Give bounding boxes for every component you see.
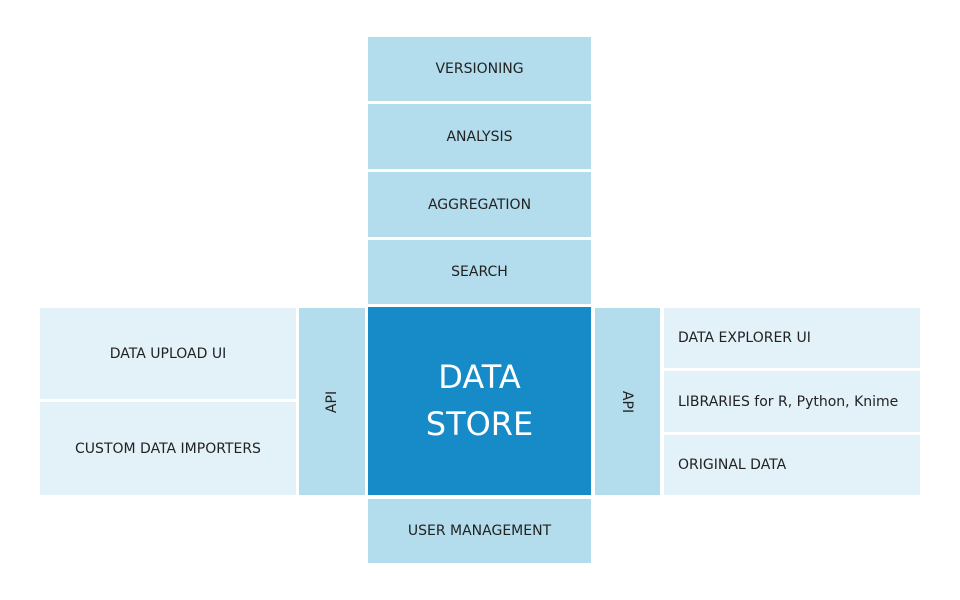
output-data-explorer-ui: DATA EXPLORER UI (664, 308, 920, 368)
input-label: DATA UPLOAD UI (109, 345, 227, 362)
input-data-upload-ui: DATA UPLOAD UI (40, 308, 296, 399)
module-label: ANALYSIS (446, 128, 513, 145)
right-api: API (595, 308, 660, 495)
module-analysis: ANALYSIS (368, 104, 591, 169)
left-api: API (299, 308, 365, 495)
core-label-line1: DATA (438, 358, 521, 396)
module-label: AGGREGATION (427, 196, 532, 213)
data-store-core: DATA STORE (368, 307, 591, 495)
module-label: SEARCH (451, 264, 508, 280)
api-label: API (324, 390, 340, 413)
output-original-data: ORIGINAL DATA (664, 435, 920, 495)
module-label: VERSIONING (435, 61, 524, 77)
output-label: ORIGINAL DATA (678, 457, 787, 473)
module-user-management: USER MANAGEMENT (368, 499, 591, 563)
module-search: SEARCH (368, 240, 591, 304)
input-custom-data-importers: CUSTOM DATA IMPORTERS (40, 402, 296, 495)
output-label: LIBRARIES for R, Python, Knime (678, 393, 899, 410)
input-label: CUSTOM DATA IMPORTERS (75, 440, 261, 457)
output-libraries: LIBRARIES for R, Python, Knime (664, 371, 920, 432)
module-aggregation: AGGREGATION (368, 172, 591, 237)
output-label: DATA EXPLORER UI (678, 330, 811, 346)
api-label: API (619, 390, 636, 413)
core-label-line2: STORE (425, 405, 534, 443)
module-versioning: VERSIONING (368, 37, 591, 101)
module-label: USER MANAGEMENT (407, 523, 552, 539)
